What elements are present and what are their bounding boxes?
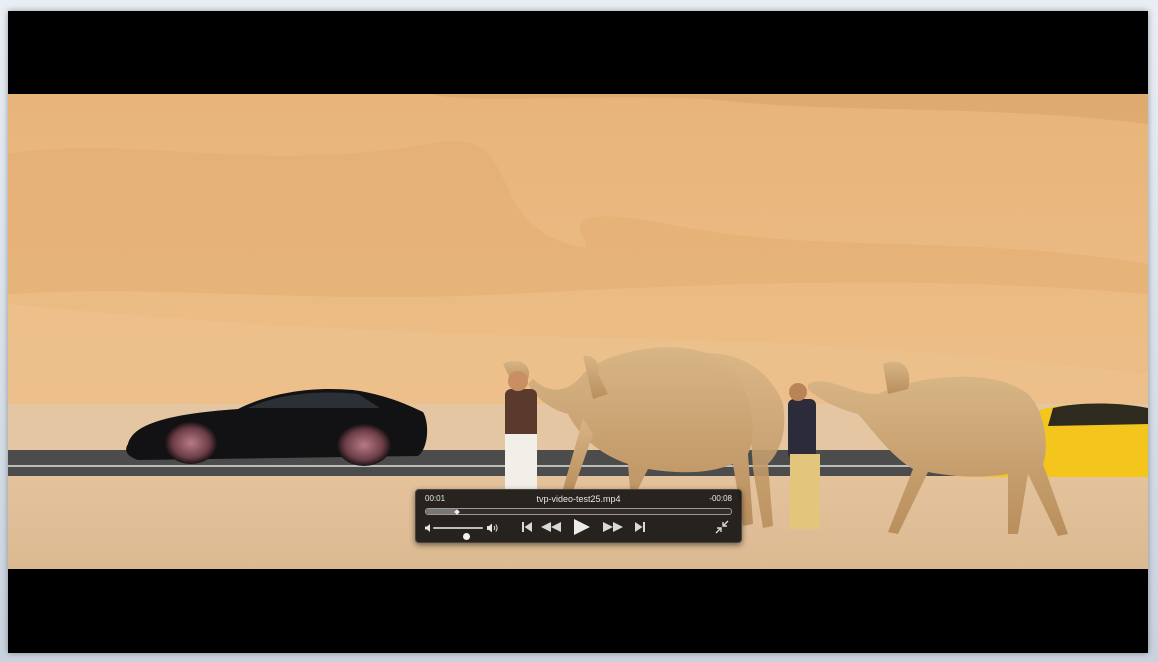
- playback-controls: [416, 518, 741, 540]
- progress-scrubber[interactable]: [425, 508, 732, 515]
- time-remaining: -00:08: [709, 494, 732, 503]
- video-title: tvp-video-test25.mp4: [536, 494, 621, 504]
- video-player-window: 00:01 tvp-video-test25.mp4 -00:08: [8, 11, 1148, 653]
- speaker-low-icon[interactable]: [425, 524, 432, 532]
- play-icon[interactable]: [572, 518, 592, 536]
- skip-forward-icon[interactable]: [634, 521, 646, 533]
- rewind-icon[interactable]: [540, 521, 562, 533]
- hud-header: 00:01 tvp-video-test25.mp4 -00:08: [425, 493, 732, 505]
- speaker-high-icon[interactable]: [487, 523, 499, 533]
- exit-fullscreen-icon[interactable]: [715, 520, 729, 534]
- progress-fill: [426, 509, 457, 514]
- fast-forward-icon[interactable]: [602, 521, 624, 533]
- playback-hud[interactable]: 00:01 tvp-video-test25.mp4 -00:08: [415, 489, 742, 543]
- volume-slider[interactable]: [433, 527, 483, 540]
- volume-knob[interactable]: [462, 533, 470, 540]
- skip-back-icon[interactable]: [521, 521, 533, 533]
